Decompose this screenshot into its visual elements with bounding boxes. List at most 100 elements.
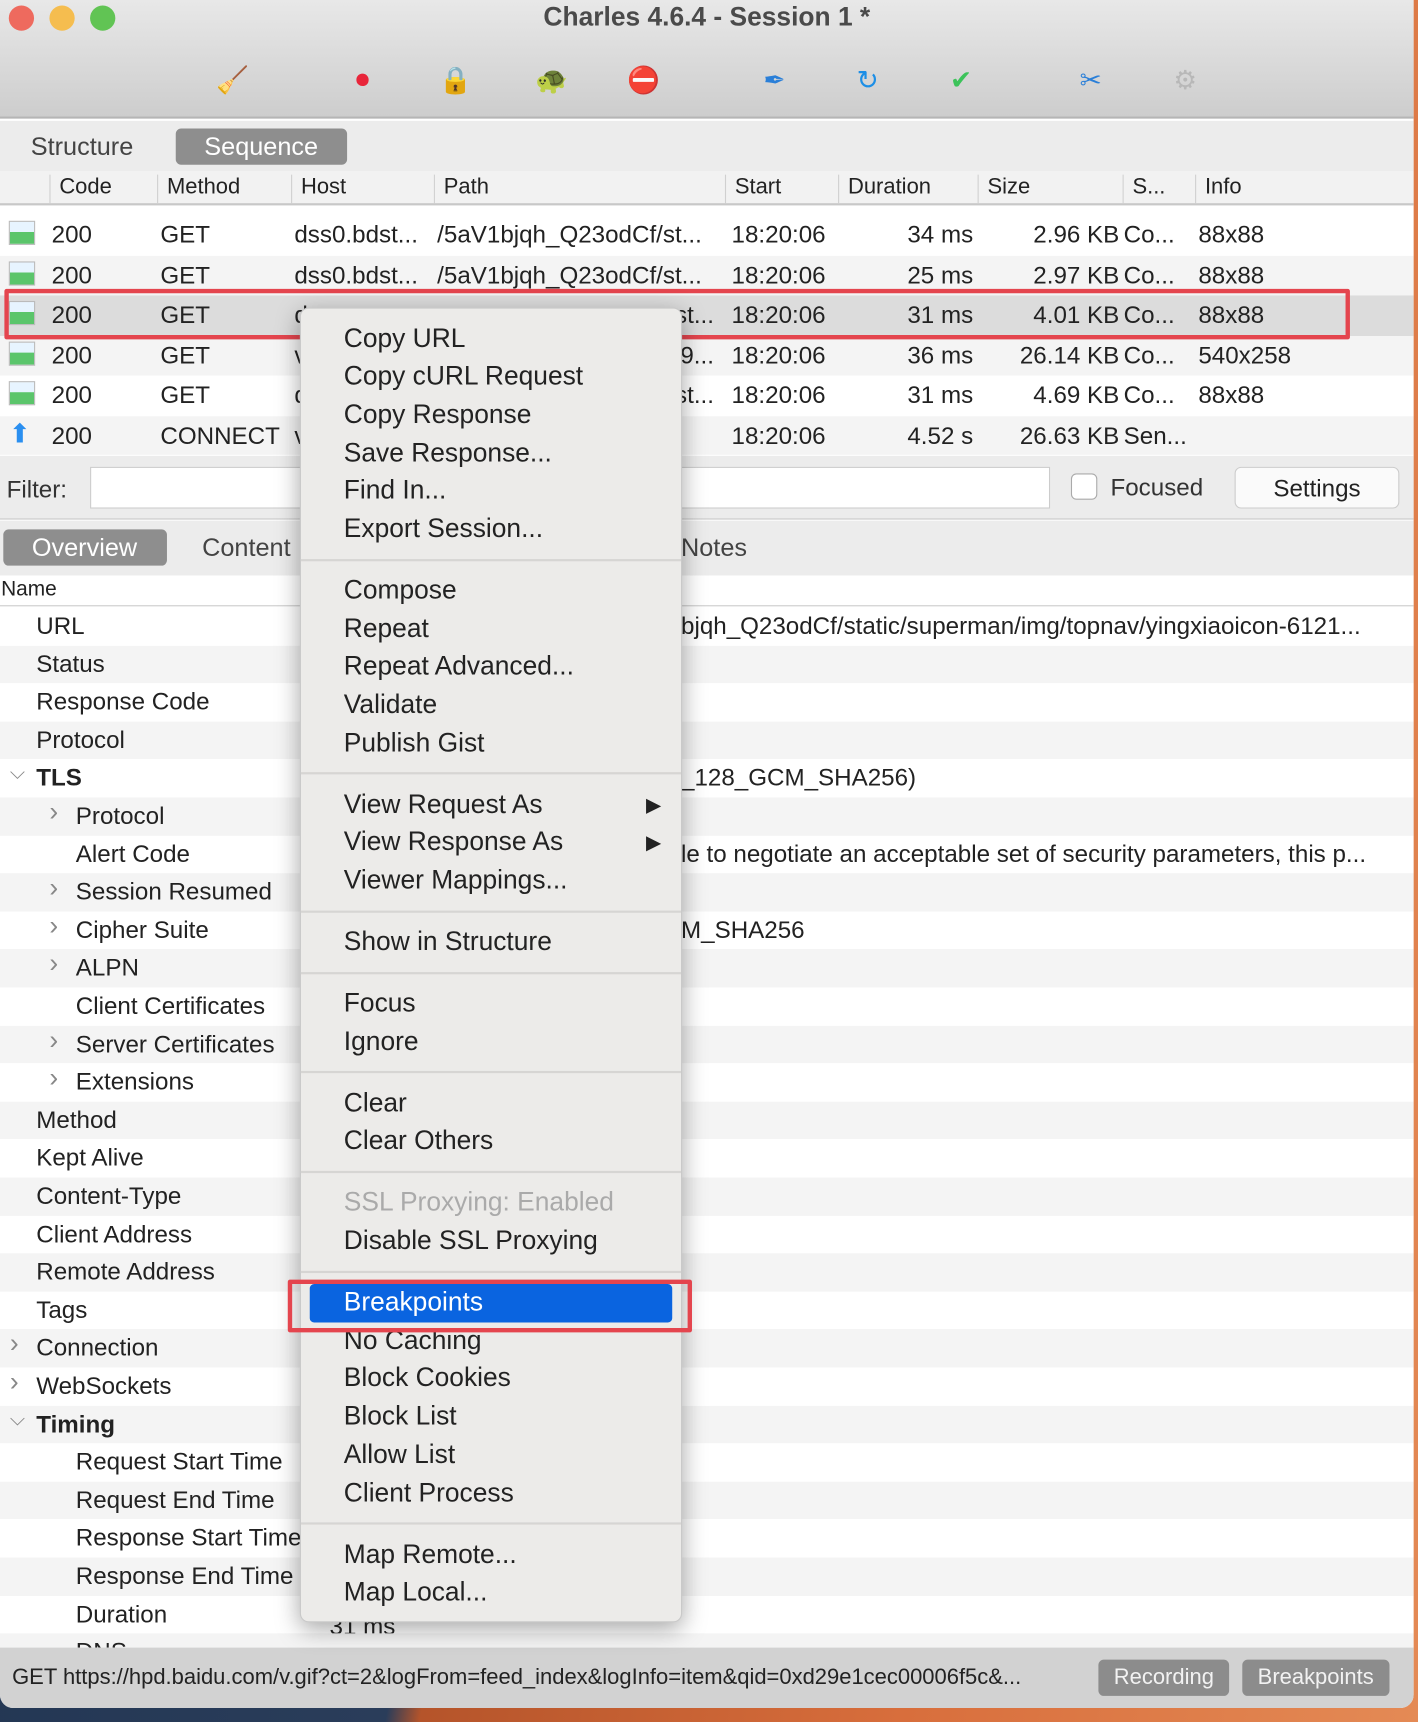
menu-item-copy-curl-request[interactable]: Copy cURL Request: [310, 358, 672, 396]
tools-icon[interactable]: ✂: [1074, 64, 1107, 97]
menu-item-validate[interactable]: Validate: [310, 687, 672, 725]
menu-item-block-cookies[interactable]: Block Cookies: [310, 1360, 672, 1398]
tree-row[interactable]: Request Start Time: [0, 1443, 1414, 1482]
menu-item-disable-ssl-proxying[interactable]: Disable SSL Proxying: [310, 1223, 672, 1261]
menu-item-clear[interactable]: Clear: [310, 1085, 672, 1123]
menu-item-show-in-structure[interactable]: Show in Structure: [310, 924, 672, 962]
tree-row[interactable]: › Server Certificates: [0, 1025, 1414, 1064]
tree-row[interactable]: ⌵ TLS _128_GCM_SHA256): [0, 759, 1414, 798]
tree-row[interactable]: Client Certificates: [0, 987, 1414, 1026]
table-row[interactable]: 200GETdst...18:20:0631 ms4.69 KBCo...88x…: [0, 375, 1414, 416]
tree-row[interactable]: › WebSockets: [0, 1367, 1414, 1406]
tree-row[interactable]: › Cipher Suite M_SHA256: [0, 911, 1414, 950]
ssl-lock-icon[interactable]: 🔒: [439, 64, 472, 97]
menu-item-focus[interactable]: Focus: [310, 985, 672, 1023]
tab-contents[interactable]: Content: [174, 529, 320, 565]
chevron-right-icon[interactable]: ›: [10, 1329, 19, 1360]
tree-row[interactable]: DNS: [0, 1633, 1414, 1648]
breakpoints-status-button[interactable]: Breakpoints: [1242, 1659, 1390, 1696]
chevron-right-icon[interactable]: ›: [49, 1063, 58, 1094]
tree-row[interactable]: Remote Address: [0, 1253, 1414, 1292]
tree-row[interactable]: Response Start Time: [0, 1519, 1414, 1558]
column-host[interactable]: Host: [291, 174, 346, 204]
chevron-right-icon[interactable]: ›: [49, 949, 58, 980]
menu-item-view-request-as[interactable]: View Request As ▶: [310, 786, 672, 824]
menu-item-copy-response[interactable]: Copy Response: [310, 396, 672, 434]
tree-row[interactable]: Protocol: [0, 721, 1414, 760]
column-info[interactable]: Info: [1195, 174, 1242, 204]
table-row[interactable]: ⬆200CONNECTv18:20:064.52 s26.63 KBSen...: [0, 415, 1414, 455]
tab-structure[interactable]: Structure: [2, 129, 162, 165]
tree-row[interactable]: ⌵ Timing: [0, 1405, 1414, 1444]
breakpoints-icon[interactable]: ⛔: [627, 64, 660, 97]
chevron-down-icon[interactable]: ⌵: [10, 1408, 25, 1431]
column-path[interactable]: Path: [433, 174, 489, 204]
compose-pen-icon[interactable]: ✒: [758, 64, 791, 97]
column-start[interactable]: Start: [724, 174, 781, 204]
settings-button[interactable]: Settings: [1234, 466, 1400, 509]
tree-row[interactable]: Alert Code le to negotiate an acceptable …: [0, 835, 1414, 874]
table-row[interactable]: 200GETv9...18:20:0636 ms26.14 KBCo...540…: [0, 335, 1414, 376]
menu-item-compose[interactable]: Compose: [310, 572, 672, 610]
tree-row[interactable]: URL bjqh_Q23odCf/static/superman/img/topn…: [0, 607, 1414, 646]
menu-item-find-in[interactable]: Find In...: [310, 473, 672, 511]
tab-sequence[interactable]: Sequence: [175, 128, 347, 165]
menu-item-repeat-advanced[interactable]: Repeat Advanced...: [310, 648, 672, 686]
chevron-right-icon[interactable]: ›: [49, 797, 58, 828]
tree-row[interactable]: Client Address: [0, 1215, 1414, 1254]
menu-item-viewer-mappings[interactable]: Viewer Mappings...: [310, 862, 672, 900]
tree-row[interactable]: › Connection: [0, 1329, 1414, 1368]
chevron-down-icon[interactable]: ⌵: [10, 762, 25, 785]
menu-item-client-process[interactable]: Client Process: [310, 1475, 672, 1513]
focused-label: Focused: [1110, 473, 1204, 501]
menu-item-export-session[interactable]: Export Session...: [310, 511, 672, 549]
settings-gear-icon[interactable]: ⚙: [1169, 64, 1202, 97]
repeat-icon[interactable]: ↻: [851, 64, 884, 97]
menu-item-publish-gist[interactable]: Publish Gist: [310, 725, 672, 763]
column-duration[interactable]: Duration: [838, 174, 931, 204]
tree-row[interactable]: Response End Time: [0, 1557, 1414, 1596]
chevron-right-icon[interactable]: ›: [49, 1025, 58, 1056]
menu-item-save-response[interactable]: Save Response...: [310, 435, 672, 473]
menu-item-allow-list[interactable]: Allow List: [310, 1437, 672, 1475]
tree-row-name: Protocol: [75, 801, 165, 830]
tree-row[interactable]: Method: [0, 1101, 1414, 1140]
tree-row[interactable]: › Extensions: [0, 1063, 1414, 1102]
broom-icon[interactable]: 🧹: [216, 64, 249, 97]
column-status[interactable]: S...: [1122, 174, 1165, 204]
focused-checkbox[interactable]: [1070, 473, 1098, 500]
menu-item-repeat[interactable]: Repeat: [310, 610, 672, 648]
validate-check-icon[interactable]: ✔: [945, 64, 978, 97]
throttle-turtle-icon[interactable]: 🐢: [535, 64, 568, 97]
tree-row[interactable]: Kept Alive: [0, 1139, 1414, 1178]
chevron-right-icon[interactable]: ›: [10, 1368, 19, 1399]
tree-row[interactable]: › Protocol: [0, 797, 1414, 836]
tree-row[interactable]: Content-Type: [0, 1177, 1414, 1216]
record-icon[interactable]: ⏺: [346, 64, 379, 97]
chevron-right-icon[interactable]: ›: [49, 911, 58, 942]
tree-row[interactable]: › ALPN: [0, 949, 1414, 988]
tree-row[interactable]: › Session Resumed: [0, 873, 1414, 912]
table-row[interactable]: 200 GET dss0.bdst... /5aV1bjqh_Q23odCf/st..…: [0, 215, 1414, 256]
menu-item-copy-url[interactable]: Copy URL: [310, 320, 672, 358]
tree-row[interactable]: Status: [0, 645, 1414, 684]
tree-row[interactable]: Tags: [0, 1291, 1414, 1330]
column-code[interactable]: Code: [49, 174, 112, 204]
menu-item-view-response-as[interactable]: View Response As ▶: [310, 824, 672, 862]
column-name[interactable]: Name: [1, 578, 57, 602]
menu-item-ignore[interactable]: Ignore: [310, 1023, 672, 1061]
menu-item-label: Clear Others: [343, 1126, 494, 1157]
recording-button[interactable]: Recording: [1098, 1659, 1230, 1696]
tree-row[interactable]: Response Code: [0, 683, 1414, 722]
column-size[interactable]: Size: [977, 174, 1030, 204]
column-method[interactable]: Method: [157, 174, 240, 204]
tree-row[interactable]: Request End Time: [0, 1481, 1414, 1520]
menu-item-map-remote[interactable]: Map Remote...: [310, 1536, 672, 1574]
menu-item-map-local[interactable]: Map Local...: [310, 1574, 672, 1612]
menu-item-block-list[interactable]: Block List: [310, 1398, 672, 1436]
chevron-right-icon[interactable]: ›: [49, 873, 58, 904]
tree-row[interactable]: Duration 31 ms: [0, 1595, 1414, 1639]
menu-separator: [300, 1513, 682, 1536]
menu-item-clear-others[interactable]: Clear Others: [310, 1123, 672, 1161]
tab-overview[interactable]: Overview: [3, 529, 167, 566]
